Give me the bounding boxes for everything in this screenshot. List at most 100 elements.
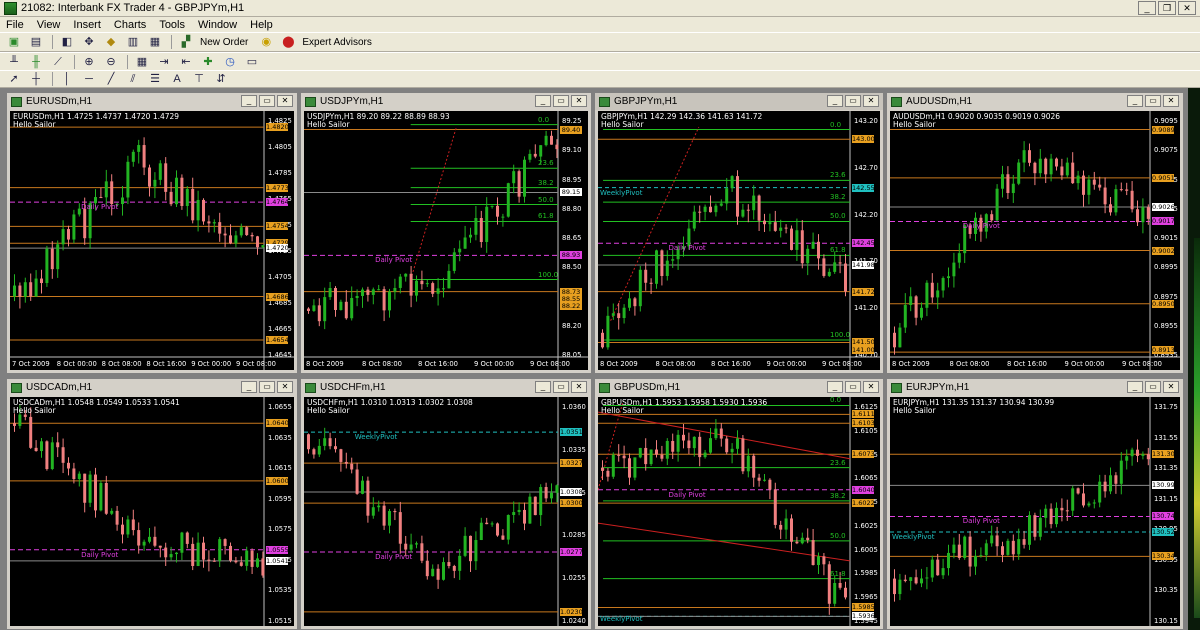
cursor-icon[interactable]: ➚ [6,72,22,86]
periods-icon[interactable]: ◷ [222,55,238,69]
bar-chart-icon[interactable]: ╨ [6,55,22,69]
terminal-icon[interactable]: ▥ [125,35,141,49]
menu-view[interactable]: View [37,19,61,31]
chart-area[interactable]: USDCHFm,H1 1.0310 1.0313 1.0302 1.0308 He… [304,397,588,626]
chart-close-button[interactable]: ✕ [863,381,879,393]
chart-area[interactable]: GBPUSDm,H1 1.5953 1.5958 1.5930 1.5936 He… [598,397,880,626]
market-watch-icon[interactable]: ◧ [59,35,75,49]
profiles-icon[interactable]: ▤ [28,35,44,49]
chart-maximize-button[interactable]: ▭ [553,381,569,393]
text-label-icon[interactable]: ⊤ [191,72,207,86]
menu-file[interactable]: File [6,19,24,31]
chart-window-header[interactable]: AUDUSDm,H1 _ ▭ ✕ [887,93,1183,110]
new-order-button[interactable]: New Order [200,37,248,48]
minimize-button[interactable]: _ [1138,1,1156,15]
bear-candle [496,523,499,536]
bull-candle [920,578,923,584]
horizontal-line-icon[interactable]: ─ [81,72,97,86]
chart-window-header[interactable]: USDCADm,H1 _ ▭ ✕ [7,379,297,396]
menu-tools[interactable]: Tools [159,19,185,31]
chart-window-gbpusd[interactable]: GBPUSDm,H1 _ ▭ ✕ GBPUSDm,H1 1.5953 1.5958 1.… [594,378,884,630]
crosshair-icon[interactable]: ┼ [28,72,44,86]
chart-area[interactable]: USDCADm,H1 1.0548 1.0549 1.0533 1.0541 He… [10,397,294,626]
chart-shift-icon[interactable]: ⇤ [178,55,194,69]
bear-candle [40,278,43,284]
chart-minimize-button[interactable]: _ [1127,381,1143,393]
bull-candle [490,205,494,207]
chart-close-button[interactable]: ✕ [571,95,587,107]
chart-maximize-button[interactable]: ▭ [845,381,861,393]
channel-icon[interactable]: ⫽ [125,72,141,86]
chart-minimize-button[interactable]: _ [241,95,257,107]
chart-window-header[interactable]: GBPJPYm,H1 _ ▭ ✕ [595,93,883,110]
expert-advisors-icon[interactable]: ⬤ [280,35,296,49]
bull-candle [312,305,316,311]
tile-windows-icon[interactable]: ▦ [134,55,150,69]
close-button[interactable]: ✕ [1178,1,1196,15]
chart-close-button[interactable]: ✕ [571,381,587,393]
bull-candle [703,452,707,458]
menu-charts[interactable]: Charts [114,19,146,31]
chart-window-gbpjpy[interactable]: GBPJPYm,H1 _ ▭ ✕ GBPJPYm,H1 142.29 142.36 14… [594,92,884,374]
chart-maximize-button[interactable]: ▭ [259,95,275,107]
chart-maximize-button[interactable]: ▭ [259,381,275,393]
chart-area[interactable]: GBPJPYm,H1 142.29 142.36 141.63 141.72 He… [598,111,880,370]
metaeditor-icon[interactable]: ◉ [258,35,274,49]
chart-minimize-button[interactable]: _ [1127,95,1143,107]
chart-window-eurjpy[interactable]: EURJPYm,H1 _ ▭ ✕ EURJPYm,H1 131.35 131.37 13… [886,378,1184,630]
chart-close-button[interactable]: ✕ [863,95,879,107]
templates-icon[interactable]: ▭ [244,55,260,69]
expert-advisors-button[interactable]: Expert Advisors [302,37,371,48]
indicators-icon[interactable]: ✚ [200,55,216,69]
menu-window[interactable]: Window [198,19,237,31]
chart-close-button[interactable]: ✕ [277,95,293,107]
new-chart-icon[interactable]: ▣ [6,35,22,49]
chart-area[interactable]: AUDUSDm,H1 0.9020 0.9035 0.9019 0.9026 He… [890,111,1180,370]
chart-minimize-button[interactable]: _ [535,381,551,393]
data-window-icon[interactable]: ✥ [81,35,97,49]
candlestick-icon[interactable]: ╫ [28,55,44,69]
chart-window-eurusd[interactable]: EURUSDm,H1 _ ▭ ✕ EURUSDm,H1 1.4725 1.4737 1.… [6,92,298,374]
chart-minimize-button[interactable]: _ [241,381,257,393]
chart-window-usdjpy[interactable]: USDJPYm,H1 _ ▭ ✕ USDJPYm,H1 89.20 89.22 88.8… [300,92,592,374]
chart-window-header[interactable]: EURJPYm,H1 _ ▭ ✕ [887,379,1183,396]
menu-insert[interactable]: Insert [73,19,101,31]
arrows-icon[interactable]: ⇵ [213,72,229,86]
zoom-in-icon[interactable]: ⊕ [81,55,97,69]
menu-help[interactable]: Help [250,19,273,31]
zoom-out-icon[interactable]: ⊖ [103,55,119,69]
navigator-icon[interactable]: ◆ [103,35,119,49]
chart-area[interactable]: EURUSDm,H1 1.4725 1.4737 1.4720 1.4729 He… [10,111,294,370]
chart-window-header[interactable]: USDJPYm,H1 _ ▭ ✕ [301,93,591,110]
bear-candle [104,483,108,514]
trendline-icon[interactable]: ╱ [103,72,119,86]
chart-minimize-button[interactable]: _ [827,381,843,393]
restore-button[interactable]: ❐ [1158,1,1176,15]
vertical-line-icon[interactable]: │ [59,72,75,86]
chart-window-audusd[interactable]: AUDUSDm,H1 _ ▭ ✕ AUDUSDm,H1 0.9020 0.9035 0.… [886,92,1184,374]
new-order-icon[interactable]: ▞ [178,35,194,49]
chart-maximize-button[interactable]: ▭ [553,95,569,107]
line-chart-icon[interactable]: ⟋ [50,55,66,69]
chart-window-usdchf[interactable]: USDCHFm,H1 _ ▭ ✕ USDCHFm,H1 1.0310 1.0313 1.… [300,378,592,630]
bull-candle [952,262,956,277]
strategy-tester-icon[interactable]: ▦ [147,35,163,49]
chart-minimize-button[interactable]: _ [535,95,551,107]
chart-maximize-button[interactable]: ▭ [1145,95,1161,107]
chart-window-header[interactable]: USDCHFm,H1 _ ▭ ✕ [301,379,591,396]
chart-area[interactable]: USDJPYm,H1 89.20 89.22 88.89 88.93 Hello … [304,111,588,370]
chart-close-button[interactable]: ✕ [1163,95,1179,107]
chart-close-button[interactable]: ✕ [1163,381,1179,393]
chart-maximize-button[interactable]: ▭ [1145,381,1161,393]
chart-window-header[interactable]: GBPUSDm,H1 _ ▭ ✕ [595,379,883,396]
auto-scroll-icon[interactable]: ⇥ [156,55,172,69]
chart-area[interactable]: EURJPYm,H1 131.35 131.37 130.94 130.99 He… [890,397,1180,626]
chart-minimize-button[interactable]: _ [827,95,843,107]
chart-window-usdcad[interactable]: USDCADm,H1 _ ▭ ✕ USDCADm,H1 1.0548 1.0549 1.… [6,378,298,630]
text-icon[interactable]: A [169,72,185,86]
fibonacci-icon[interactable]: ☰ [147,72,163,86]
chart-close-button[interactable]: ✕ [277,381,293,393]
fib-level-label: 100.0 [538,270,559,279]
chart-maximize-button[interactable]: ▭ [845,95,861,107]
chart-window-header[interactable]: EURUSDm,H1 _ ▭ ✕ [7,93,297,110]
